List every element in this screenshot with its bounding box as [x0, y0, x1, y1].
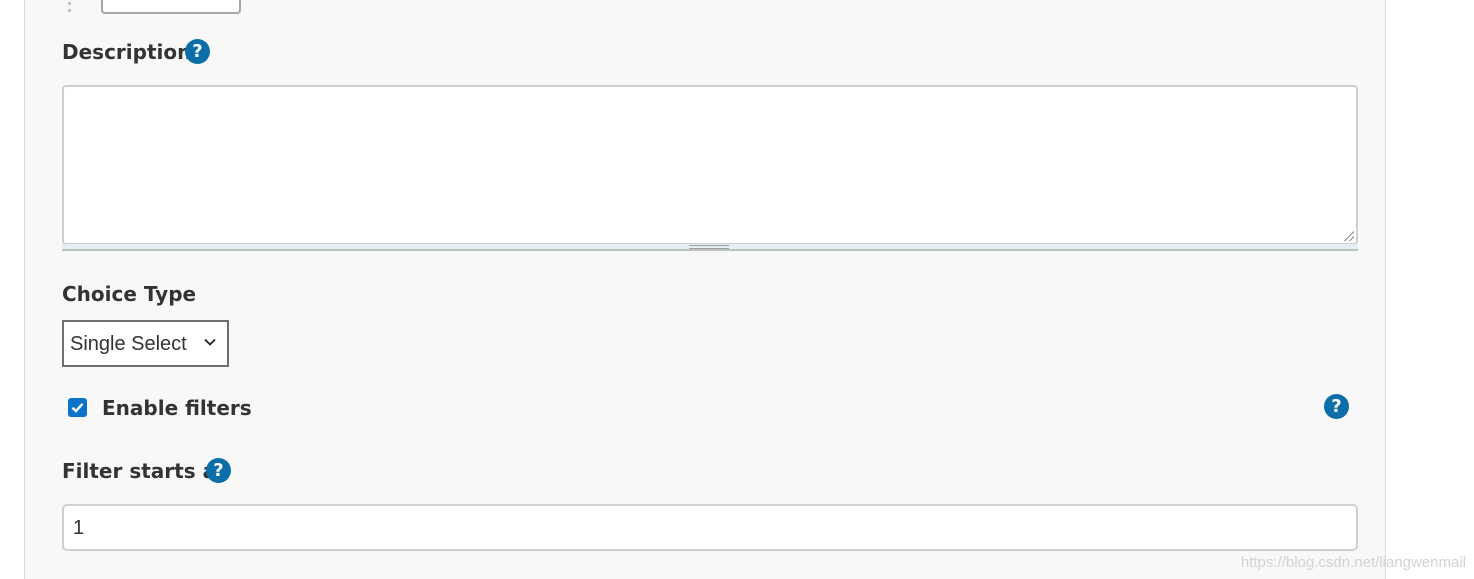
enable-filters-label[interactable]: Enable filters	[102, 396, 252, 420]
enable-filters-help-icon[interactable]: ?	[1324, 394, 1349, 419]
previous-field-input[interactable]	[101, 0, 241, 14]
textarea-resize-bar[interactable]	[62, 244, 1358, 251]
description-textarea[interactable]	[62, 85, 1358, 245]
choice-type-label: Choice Type	[62, 282, 197, 306]
description-label: Description	[62, 40, 192, 64]
resize-handle-icon[interactable]	[1344, 231, 1354, 241]
filter-starts-at-input[interactable]: 1	[62, 504, 1358, 551]
grip-icon	[689, 245, 729, 249]
enable-filters-checkbox[interactable]	[68, 398, 87, 417]
drag-handle-icon[interactable]	[68, 0, 71, 12]
filter-starts-at-help-icon[interactable]: ?	[206, 458, 231, 483]
checkmark-icon	[71, 402, 84, 413]
choice-type-selected-value: Single Select	[70, 333, 187, 355]
filter-starts-at-label: Filter starts at	[62, 459, 226, 483]
description-textarea-container	[62, 85, 1358, 253]
form-panel: Description ? Choice Type Single Select …	[24, 0, 1386, 579]
filter-starts-at-value: 1	[73, 517, 85, 539]
choice-type-select[interactable]: Single Select	[62, 320, 229, 367]
description-help-icon[interactable]: ?	[185, 39, 210, 64]
watermark: https://blog.csdn.net/liangwenmail	[1240, 554, 1466, 571]
chevron-down-icon	[204, 338, 216, 346]
